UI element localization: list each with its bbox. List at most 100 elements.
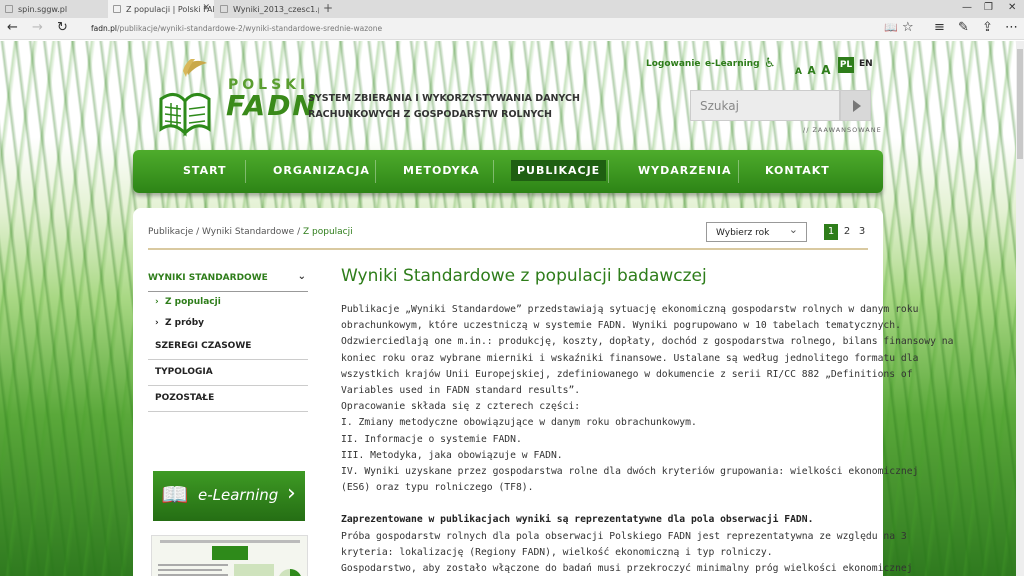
main-menu: START ORGANIZACJA METODYKA PUBLIKACJE WY…	[133, 150, 883, 193]
menu-metodyka[interactable]: METODYKA	[403, 164, 480, 177]
sidebar-item-szeregi[interactable]: SZEREGI CZASOWE	[155, 341, 315, 351]
list-item: II. Informacje o systemie FADN.	[341, 433, 522, 445]
sidebar-item-z-populacji[interactable]: › Z populacji	[155, 297, 315, 307]
publication-thumbnail[interactable]	[151, 535, 308, 576]
tab-label: Z populacji | Polski FADN	[126, 5, 214, 14]
publication-cover-image	[158, 540, 301, 576]
page-2[interactable]: 2	[840, 224, 854, 240]
minimize-icon[interactable]: —	[962, 2, 972, 13]
menu-kontakt[interactable]: KONTAKT	[765, 164, 830, 177]
new-tab-icon[interactable]: +	[323, 1, 333, 15]
breadcrumb-publikacje[interactable]: Publikacje	[148, 227, 193, 237]
breadcrumb: Publikacje / Wyniki Standardowe / Z popu…	[148, 227, 353, 237]
page-viewport: POLSKI FADN SYSTEM ZBIERANIA I WYKORZYST…	[0, 41, 1016, 576]
maximize-icon[interactable]: ❐	[984, 2, 993, 13]
refresh-icon[interactable]: ↻	[57, 21, 68, 35]
fadn-logo-icon[interactable]	[155, 59, 217, 137]
back-icon[interactable]: ←	[7, 21, 18, 35]
menu-divider	[493, 160, 494, 183]
font-size-small[interactable]: A	[795, 67, 802, 77]
menu-wydarzenia[interactable]: WYDARZENIA	[638, 164, 732, 177]
search-input[interactable]: Szukaj	[690, 90, 840, 121]
more-icon[interactable]: ⋯	[1005, 21, 1018, 35]
menu-organizacja[interactable]: ORGANIZACJA	[273, 164, 370, 177]
sidebar-section-label: WYNIKI STANDARDOWE	[148, 273, 268, 283]
elearning-link[interactable]: e-Learning	[705, 59, 760, 69]
lang-en-button[interactable]: EN	[859, 59, 873, 69]
share-icon[interactable]: ⇪	[982, 21, 993, 35]
paragraph-line: koniec roku oraz wybrane mierniki i wska…	[341, 352, 919, 364]
page-scrollbar[interactable]	[1016, 41, 1024, 576]
sidebar-item-label: Z próby	[165, 318, 205, 328]
sidebar-item-pozostale[interactable]: POZOSTAŁE	[155, 393, 315, 403]
paragraph-line: Publikacje „Wyniki Standardowe” przedsta…	[341, 304, 919, 315]
lang-pl-button[interactable]: PL	[838, 57, 854, 73]
menu-start[interactable]: START	[183, 164, 227, 177]
reading-view-icon[interactable]: 📖	[884, 21, 898, 35]
url-domain: fadn.pl	[91, 24, 117, 33]
list-item: IV. Wyniki uzyskane przez gospodarstwa r…	[341, 466, 919, 478]
divider	[148, 248, 868, 250]
breadcrumb-separator: /	[294, 227, 303, 237]
pdf-icon	[220, 5, 228, 13]
page-icon	[5, 5, 13, 13]
list-item: III. Metodyka, jaka obowiązuje w FADN.	[341, 449, 563, 461]
divider	[148, 411, 308, 412]
advanced-search-link[interactable]: // ZAAWANSOWANE	[803, 126, 882, 134]
sidebar-item-z-proby[interactable]: › Z próby	[155, 318, 315, 328]
system-title-line: SYSTEM ZBIERANIA I WYKORZYSTYWANIA DANYC…	[308, 93, 580, 104]
bold-statement: Zaprezentowane w publikacjach wyniki są …	[341, 514, 814, 526]
chevron-right-icon: ›	[155, 297, 159, 307]
paragraph-line: Opracowanie składa się z czterech części…	[341, 401, 581, 413]
web-note-icon[interactable]: ✎	[958, 21, 969, 35]
menu-divider	[608, 160, 609, 183]
tab-fadn[interactable]: Z populacji | Polski FADN✕	[108, 0, 214, 18]
list-item: (ES6) oraz typu rolniczego (TF8).	[341, 482, 534, 494]
forward-icon[interactable]: →	[32, 21, 43, 35]
close-tab-icon[interactable]: ✕	[202, 3, 210, 13]
sidebar-item-label: Z populacji	[165, 297, 221, 307]
paragraph-line: Odzwierciedlają one m.in.: produkcję, ko…	[341, 336, 954, 348]
elearning-banner-label: e-Learning	[198, 486, 279, 504]
chevron-right-icon: ›	[155, 318, 159, 328]
menu-publikacje[interactable]: PUBLIKACJE	[511, 160, 607, 181]
url-path: /publikacje/wyniki-standardowe-2/wyniki-…	[116, 24, 383, 33]
font-size-switcher: A A A	[795, 59, 831, 78]
divider	[148, 385, 308, 386]
close-window-icon[interactable]: ✕	[1008, 2, 1016, 13]
hub-icon[interactable]: ≡	[934, 21, 945, 35]
divider	[148, 291, 308, 292]
favorite-star-icon[interactable]: ☆	[902, 21, 914, 35]
address-bar[interactable]: fadn.pl/publikacje/wyniki-standardowe-2/…	[91, 24, 382, 33]
chevron-right-icon: ›	[287, 481, 296, 506]
sidebar-section-wyniki[interactable]: WYNIKI STANDARDOWE ⌄	[148, 271, 308, 283]
elearning-banner[interactable]: 📖 e-Learning ›	[153, 471, 305, 521]
search-submit-button[interactable]	[840, 90, 871, 121]
breadcrumb-separator: /	[193, 227, 203, 237]
breadcrumb-current: Z populacji	[302, 227, 353, 237]
content-panel: Publikacje / Wyniki Standardowe / Z popu…	[133, 208, 954, 576]
login-link[interactable]: Logowanie	[646, 59, 701, 69]
scrollbar-thumb[interactable]	[1017, 49, 1023, 159]
font-size-medium[interactable]: A	[808, 65, 816, 77]
system-title-line: RACHUNKOWYCH Z GOSPODARSTW ROLNYCH	[308, 109, 552, 120]
font-size-large[interactable]: A	[821, 63, 830, 77]
tab-spin[interactable]: spin.sggw.pl	[0, 0, 107, 18]
year-select[interactable]: Wybierz rok	[706, 222, 807, 242]
browser-tab-bar: spin.sggw.pl Z populacji | Polski FADN✕ …	[0, 0, 1024, 18]
menu-divider	[738, 160, 739, 183]
menu-divider	[245, 160, 246, 183]
paragraph-line: obrachunkowym, które uczestniczą w syste…	[341, 320, 901, 332]
browser-nav-bar: ← → ↻ fadn.pl/publikacje/wyniki-standard…	[0, 18, 1024, 40]
divider	[148, 359, 308, 360]
paragraph-line: Próba gospodarstw rolnych dla pola obser…	[341, 530, 907, 542]
list-item: I. Zmiany metodyczne obowiązujące w dany…	[341, 417, 697, 429]
page-1[interactable]: 1	[824, 224, 838, 240]
breadcrumb-wyniki[interactable]: Wyniki Standardowe	[202, 227, 294, 237]
accessibility-icon[interactable]: ♿	[764, 56, 776, 71]
menu-divider	[375, 160, 376, 183]
sidebar-item-typologia[interactable]: TYPOLOGIA	[155, 367, 315, 377]
tab-pdf[interactable]: Wyniki_2013_czesc1.pdf	[215, 0, 319, 18]
page-3[interactable]: 3	[855, 224, 869, 240]
